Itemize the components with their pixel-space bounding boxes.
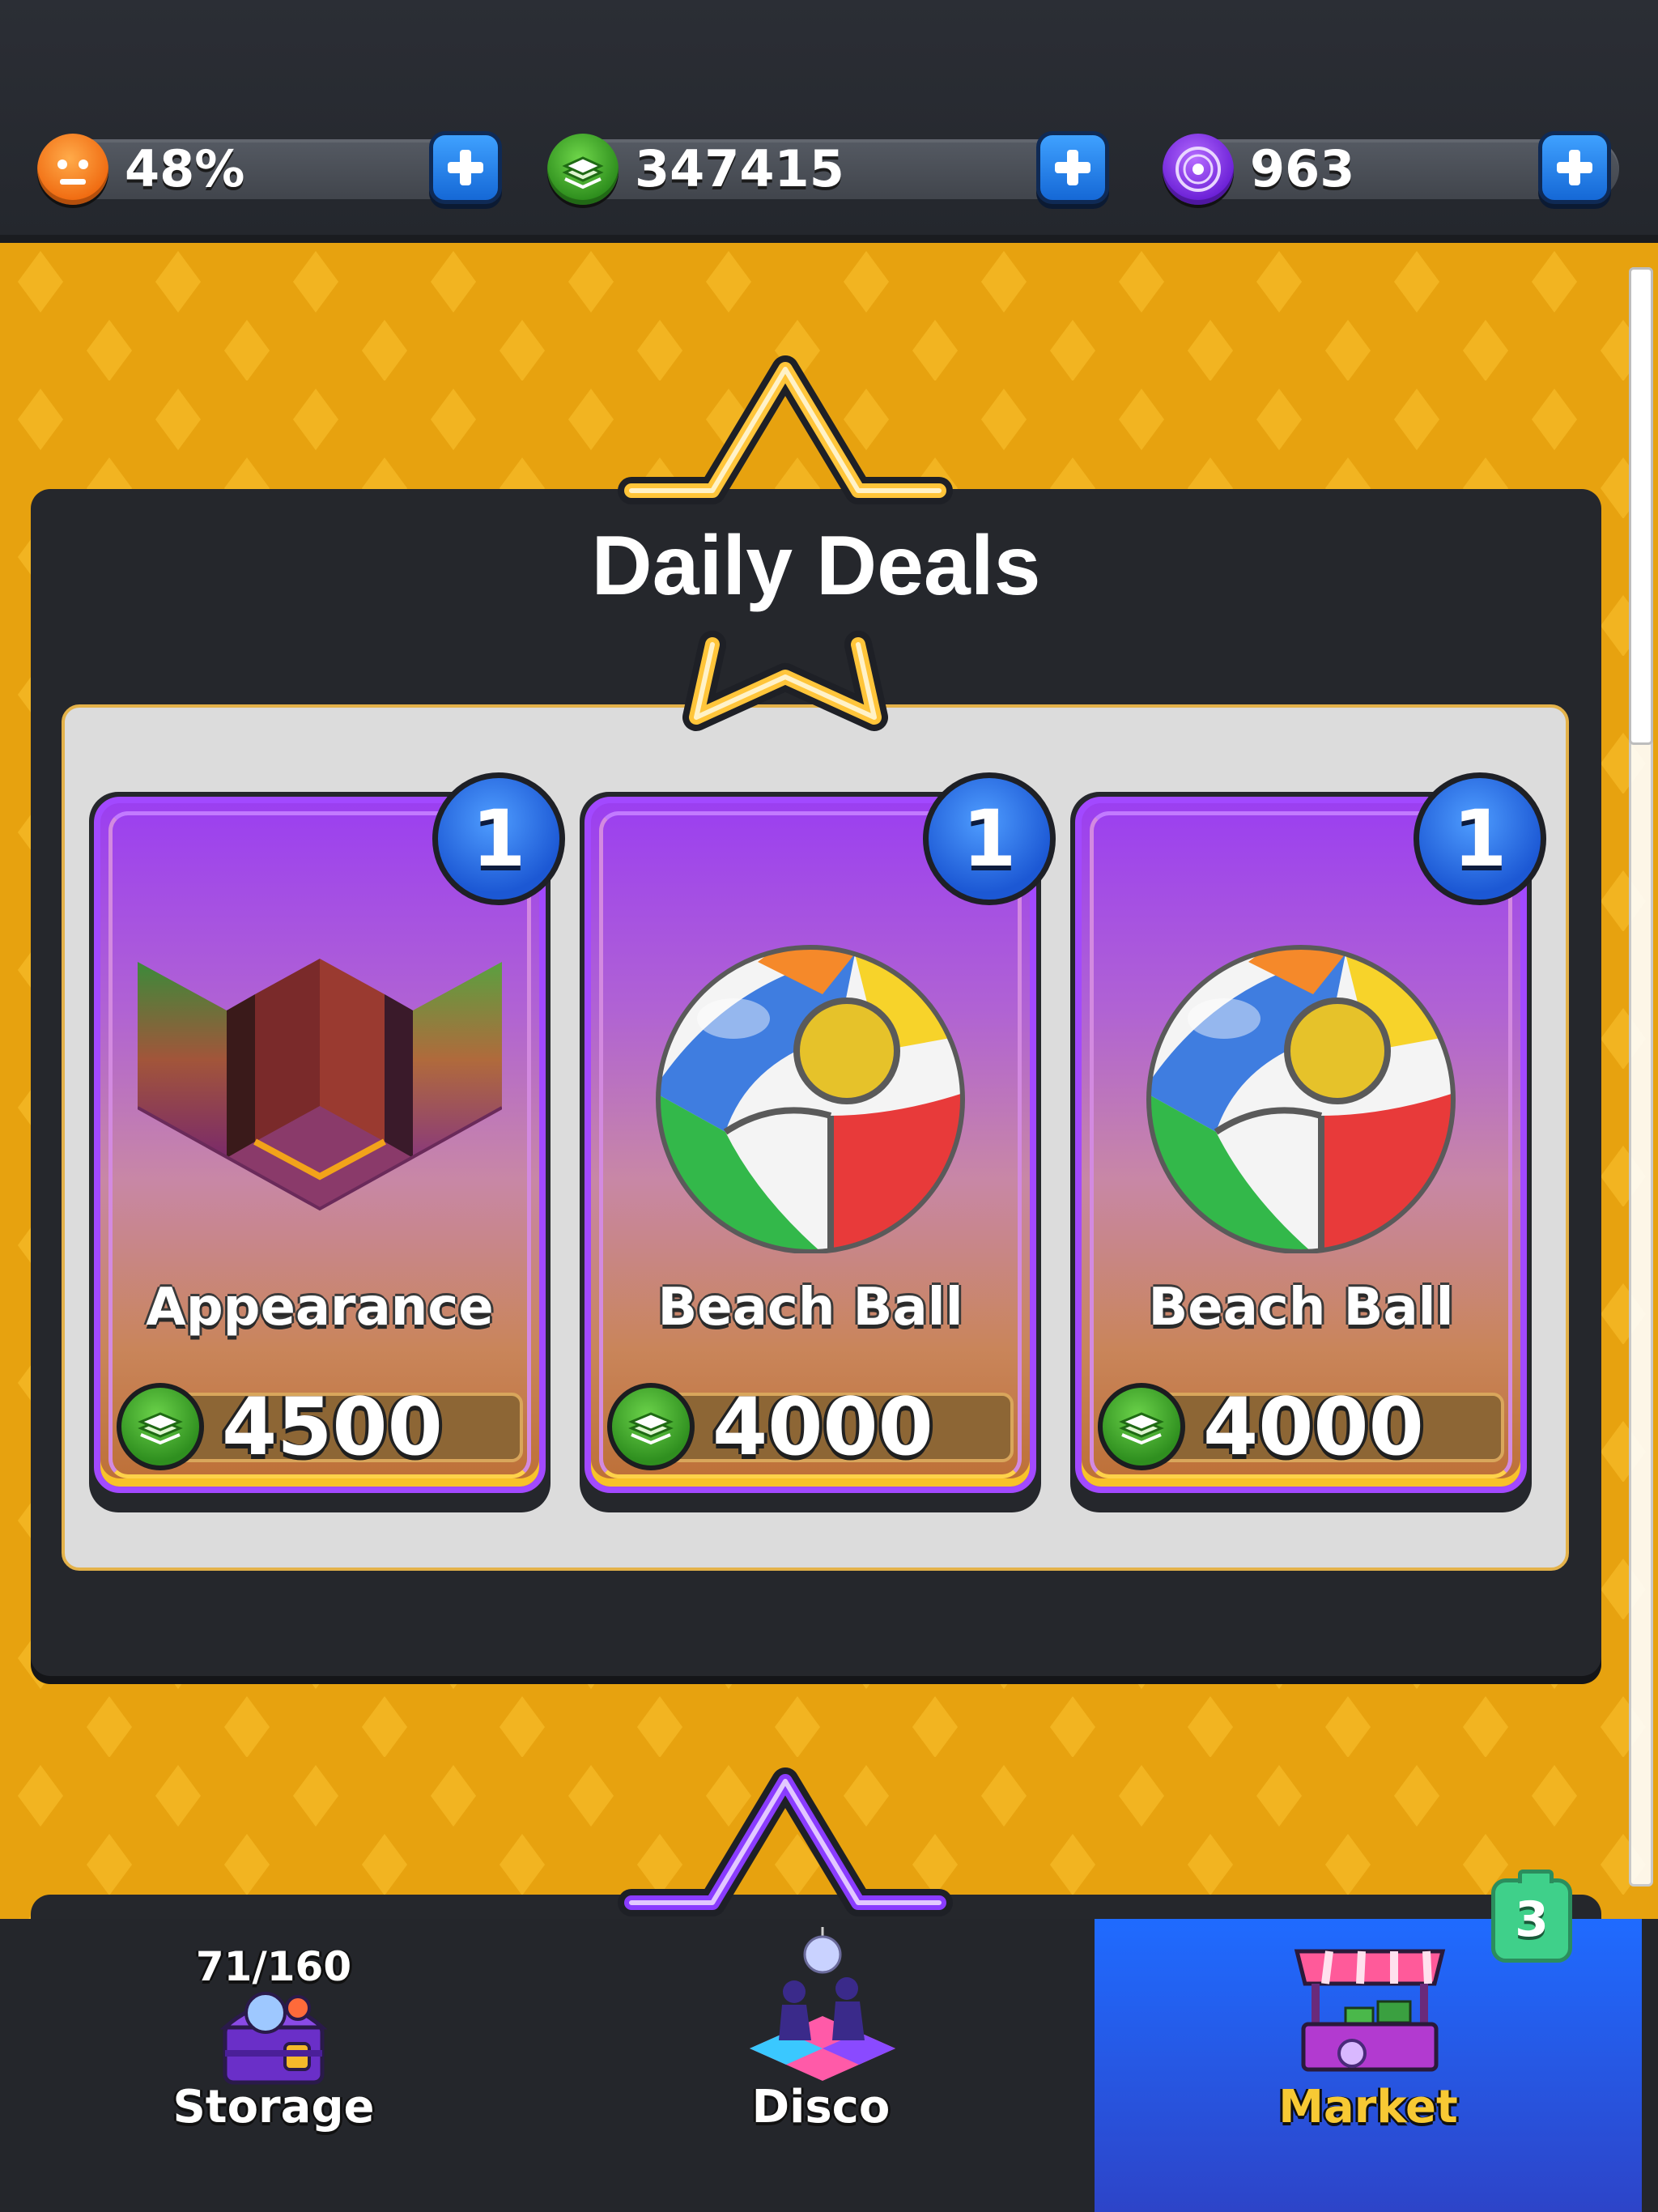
quantity-badge: 1 (432, 772, 565, 905)
beach-ball-icon (1146, 945, 1456, 1253)
cash-value: 347415 (635, 139, 844, 198)
add-records-button[interactable] (1538, 131, 1611, 204)
nav-disco[interactable]: Disco (547, 1919, 1095, 2212)
vinyl-record-icon (1163, 134, 1234, 205)
records-meter: 963 (1163, 131, 1619, 205)
deal-price: 4000 (712, 1381, 933, 1474)
quantity-badge: 1 (1414, 772, 1546, 905)
star-frame-purple-icon (618, 1767, 953, 1916)
records-value: 963 (1250, 139, 1355, 198)
nav-storage[interactable]: 71/160 Storage (0, 1919, 547, 2212)
add-happiness-button[interactable] (429, 131, 502, 204)
deal-price: 4000 (1203, 1381, 1424, 1474)
nav-storage-label: Storage (172, 2081, 375, 2133)
star-frame-bottom (682, 631, 888, 731)
deal-name: Appearance (146, 1278, 494, 1338)
scrollbar-thumb[interactable] (1629, 267, 1653, 745)
deal-price: 4500 (222, 1381, 443, 1474)
resource-bar: 48% 347415 963 (0, 0, 1658, 243)
nav-market[interactable]: Market (1095, 1919, 1642, 2212)
cash-stack-icon (1098, 1383, 1185, 1470)
cash-meter: 347415 (547, 131, 1109, 205)
cash-stack-icon (547, 134, 619, 205)
deal-card-beach-ball-2[interactable]: 1 Beach Ball 4000 (1070, 772, 1546, 1512)
beach-ball-icon (656, 945, 965, 1253)
nav-disco-label: Disco (751, 2081, 891, 2133)
deal-name: Beach Ball (657, 1278, 963, 1338)
storage-count: 71/160 (195, 1943, 352, 1990)
happy-face-icon (37, 134, 108, 205)
bottom-navigation: 71/160 Storage Disco Market (0, 1919, 1658, 2212)
add-cash-button[interactable] (1036, 131, 1109, 204)
room-appearance-icon (138, 959, 502, 1211)
quantity-badge: 1 (923, 772, 1056, 905)
deal-card-beach-ball-1[interactable]: 1 Beach Ball 4000 (580, 772, 1056, 1512)
deal-card-appearance[interactable]: 1 Appearance 4500 (89, 772, 565, 1512)
cash-stack-icon (117, 1383, 204, 1470)
happiness-value: 48% (125, 139, 245, 198)
disco-dancers-icon (750, 1927, 895, 2081)
treasure-chest-icon (219, 1992, 328, 2085)
happiness-meter: 48% (37, 131, 502, 205)
deal-name: Beach Ball (1148, 1278, 1454, 1338)
market-stall-icon (1294, 1949, 1446, 2072)
nav-market-label: Market (1278, 2081, 1458, 2133)
market-notification-badge: 3 (1491, 1870, 1572, 1963)
cash-stack-icon (607, 1383, 695, 1470)
